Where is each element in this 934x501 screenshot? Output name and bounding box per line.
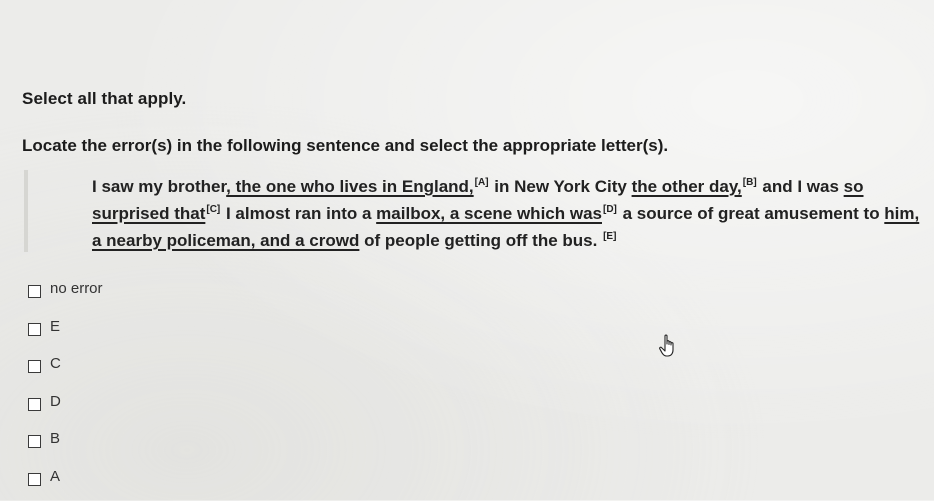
sentence-plain-5: a source of great amusement to <box>618 204 884 223</box>
checkbox-icon[interactable] <box>28 473 41 486</box>
option-d[interactable]: D <box>28 389 103 427</box>
option-e[interactable]: E <box>28 314 103 352</box>
sentence-plain-4: I almost ran into a <box>221 204 376 223</box>
checkbox-icon[interactable] <box>28 285 41 298</box>
sentence-underlined-a: , the one who lives in England, <box>226 177 473 196</box>
sentence-plain-6: of people getting off the bus. <box>359 231 602 250</box>
option-label: D <box>50 393 61 410</box>
sentence-plain-2: in New York City <box>490 177 632 196</box>
option-b[interactable]: B <box>28 426 103 464</box>
option-label: C <box>50 355 61 372</box>
hand-pointer-icon <box>658 334 678 358</box>
option-label: B <box>50 430 60 447</box>
sentence-plain-3: and I was <box>758 177 844 196</box>
option-label: E <box>50 318 60 335</box>
question-prompt: Locate the error(s) in the following sen… <box>22 136 668 156</box>
option-c[interactable]: C <box>28 351 103 389</box>
error-marker-e: [E] <box>603 231 616 242</box>
sentence-plain-1: I saw my brother <box>92 177 226 196</box>
passage-divider <box>24 170 28 252</box>
answer-options: no error E C D B A <box>28 276 103 501</box>
sentence-text: I saw my brother, the one who lives in E… <box>92 173 924 254</box>
instruction-text: Select all that apply. <box>22 89 186 109</box>
error-marker-b: [B] <box>743 177 757 188</box>
option-a[interactable]: A <box>28 464 103 501</box>
error-marker-c: [C] <box>206 204 220 215</box>
error-marker-d: [D] <box>603 204 617 215</box>
option-label: no error <box>50 280 103 297</box>
error-marker-a: [A] <box>475 177 489 188</box>
sentence-underlined-d: mailbox, a scene which was <box>376 204 602 223</box>
option-label: A <box>50 468 60 485</box>
checkbox-icon[interactable] <box>28 398 41 411</box>
sentence-underlined-b: the other day, <box>632 177 742 196</box>
sentence-passage: I saw my brother, the one who lives in E… <box>24 168 930 258</box>
checkbox-icon[interactable] <box>28 435 41 448</box>
checkbox-icon[interactable] <box>28 360 41 373</box>
option-no-error[interactable]: no error <box>28 276 103 314</box>
checkbox-icon[interactable] <box>28 323 41 336</box>
